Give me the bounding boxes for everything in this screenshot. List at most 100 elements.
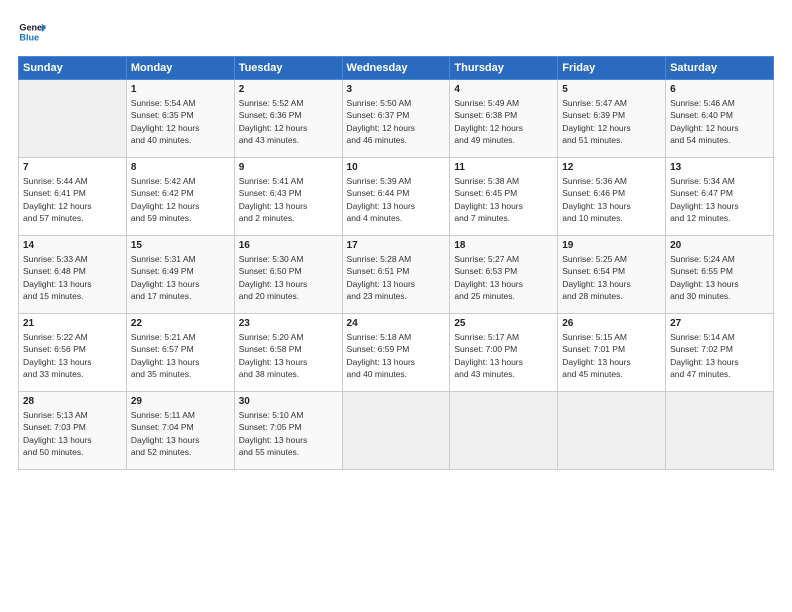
calendar-cell bbox=[666, 392, 774, 470]
cell-sun-data: Sunrise: 5:22 AMSunset: 6:56 PMDaylight:… bbox=[23, 331, 122, 380]
calendar-cell: 21 Sunrise: 5:22 AMSunset: 6:56 PMDayligh… bbox=[19, 314, 127, 392]
cell-sun-data: Sunrise: 5:15 AMSunset: 7:01 PMDaylight:… bbox=[562, 331, 661, 380]
day-number: 13 bbox=[670, 162, 769, 173]
cell-sun-data: Sunrise: 5:13 AMSunset: 7:03 PMDaylight:… bbox=[23, 409, 122, 458]
day-number: 19 bbox=[562, 240, 661, 251]
column-header-wednesday: Wednesday bbox=[342, 57, 450, 80]
cell-sun-data: Sunrise: 5:41 AMSunset: 6:43 PMDaylight:… bbox=[239, 175, 338, 224]
svg-text:Blue: Blue bbox=[19, 32, 39, 42]
cell-sun-data: Sunrise: 5:54 AMSunset: 6:35 PMDaylight:… bbox=[131, 97, 230, 146]
day-number: 22 bbox=[131, 318, 230, 329]
day-number: 5 bbox=[562, 84, 661, 95]
cell-sun-data: Sunrise: 5:36 AMSunset: 6:46 PMDaylight:… bbox=[562, 175, 661, 224]
day-number: 17 bbox=[347, 240, 446, 251]
cell-sun-data: Sunrise: 5:30 AMSunset: 6:50 PMDaylight:… bbox=[239, 253, 338, 302]
day-number: 15 bbox=[131, 240, 230, 251]
calendar-cell: 13 Sunrise: 5:34 AMSunset: 6:47 PMDayligh… bbox=[666, 158, 774, 236]
calendar-cell: 16 Sunrise: 5:30 AMSunset: 6:50 PMDayligh… bbox=[234, 236, 342, 314]
calendar-cell: 20 Sunrise: 5:24 AMSunset: 6:55 PMDayligh… bbox=[666, 236, 774, 314]
calendar-cell: 11 Sunrise: 5:38 AMSunset: 6:45 PMDayligh… bbox=[450, 158, 558, 236]
calendar-cell: 23Sunrise: 5:20 AMSunset: 6:58 PMDayligh… bbox=[234, 314, 342, 392]
day-number: 12 bbox=[562, 162, 661, 173]
logo-icon: General Blue bbox=[18, 18, 46, 46]
calendar-cell: 7Sunrise: 5:44 AMSunset: 6:41 PMDaylight… bbox=[19, 158, 127, 236]
calendar-cell: 14Sunrise: 5:33 AMSunset: 6:48 PMDayligh… bbox=[19, 236, 127, 314]
column-header-thursday: Thursday bbox=[450, 57, 558, 80]
day-number: 8 bbox=[131, 162, 230, 173]
calendar-cell: 6Sunrise: 5:46 AMSunset: 6:40 PMDaylight… bbox=[666, 80, 774, 158]
cell-sun-data: Sunrise: 5:10 AMSunset: 7:05 PMDaylight:… bbox=[239, 409, 338, 458]
calendar-cell: 12 Sunrise: 5:36 AMSunset: 6:46 PMDayligh… bbox=[558, 158, 666, 236]
calendar-cell: 4 Sunrise: 5:49 AMSunset: 6:38 PMDaylight… bbox=[450, 80, 558, 158]
calendar-cell: 8 Sunrise: 5:42 AMSunset: 6:42 PMDaylight… bbox=[126, 158, 234, 236]
calendar-week-row: 1 Sunrise: 5:54 AMSunset: 6:35 PMDaylight… bbox=[19, 80, 774, 158]
day-number: 4 bbox=[454, 84, 553, 95]
calendar-cell bbox=[19, 80, 127, 158]
cell-sun-data: Sunrise: 5:39 AMSunset: 6:44 PMDaylight:… bbox=[347, 175, 446, 224]
cell-sun-data: Sunrise: 5:24 AMSunset: 6:55 PMDaylight:… bbox=[670, 253, 769, 302]
calendar-table: SundayMondayTuesdayWednesdayThursdayFrid… bbox=[18, 56, 774, 470]
cell-sun-data: Sunrise: 5:38 AMSunset: 6:45 PMDaylight:… bbox=[454, 175, 553, 224]
calendar-week-row: 21 Sunrise: 5:22 AMSunset: 6:56 PMDayligh… bbox=[19, 314, 774, 392]
calendar-cell: 25 Sunrise: 5:17 AMSunset: 7:00 PMDayligh… bbox=[450, 314, 558, 392]
calendar-cell: 10 Sunrise: 5:39 AMSunset: 6:44 PMDayligh… bbox=[342, 158, 450, 236]
calendar-cell: 24 Sunrise: 5:18 AMSunset: 6:59 PMDayligh… bbox=[342, 314, 450, 392]
calendar-cell: 28 Sunrise: 5:13 AMSunset: 7:03 PMDayligh… bbox=[19, 392, 127, 470]
cell-sun-data: Sunrise: 5:50 AMSunset: 6:37 PMDaylight:… bbox=[347, 97, 446, 146]
calendar-cell bbox=[450, 392, 558, 470]
calendar-header-row: SundayMondayTuesdayWednesdayThursdayFrid… bbox=[19, 57, 774, 80]
day-number: 20 bbox=[670, 240, 769, 251]
column-header-monday: Monday bbox=[126, 57, 234, 80]
cell-sun-data: Sunrise: 5:52 AMSunset: 6:36 PMDaylight:… bbox=[239, 97, 338, 146]
column-header-friday: Friday bbox=[558, 57, 666, 80]
day-number: 29 bbox=[131, 396, 230, 407]
day-number: 30 bbox=[239, 396, 338, 407]
day-number: 24 bbox=[347, 318, 446, 329]
day-number: 21 bbox=[23, 318, 122, 329]
logo: General Blue bbox=[18, 18, 46, 46]
cell-sun-data: Sunrise: 5:49 AMSunset: 6:38 PMDaylight:… bbox=[454, 97, 553, 146]
day-number: 16 bbox=[239, 240, 338, 251]
calendar-cell: 15 Sunrise: 5:31 AMSunset: 6:49 PMDayligh… bbox=[126, 236, 234, 314]
calendar-cell: 18 Sunrise: 5:27 AMSunset: 6:53 PMDayligh… bbox=[450, 236, 558, 314]
cell-sun-data: Sunrise: 5:46 AMSunset: 6:40 PMDaylight:… bbox=[670, 97, 769, 146]
calendar-cell: 27Sunrise: 5:14 AMSunset: 7:02 PMDayligh… bbox=[666, 314, 774, 392]
calendar-cell: 22 Sunrise: 5:21 AMSunset: 6:57 PMDayligh… bbox=[126, 314, 234, 392]
cell-sun-data: Sunrise: 5:11 AMSunset: 7:04 PMDaylight:… bbox=[131, 409, 230, 458]
calendar-cell: 3Sunrise: 5:50 AMSunset: 6:37 PMDaylight… bbox=[342, 80, 450, 158]
calendar-cell: 1 Sunrise: 5:54 AMSunset: 6:35 PMDaylight… bbox=[126, 80, 234, 158]
day-number: 10 bbox=[347, 162, 446, 173]
day-number: 27 bbox=[670, 318, 769, 329]
day-number: 1 bbox=[131, 84, 230, 95]
day-number: 23 bbox=[239, 318, 338, 329]
calendar-week-row: 7Sunrise: 5:44 AMSunset: 6:41 PMDaylight… bbox=[19, 158, 774, 236]
column-header-sunday: Sunday bbox=[19, 57, 127, 80]
day-number: 14 bbox=[23, 240, 122, 251]
cell-sun-data: Sunrise: 5:28 AMSunset: 6:51 PMDaylight:… bbox=[347, 253, 446, 302]
cell-sun-data: Sunrise: 5:18 AMSunset: 6:59 PMDaylight:… bbox=[347, 331, 446, 380]
cell-sun-data: Sunrise: 5:31 AMSunset: 6:49 PMDaylight:… bbox=[131, 253, 230, 302]
calendar-cell: 26 Sunrise: 5:15 AMSunset: 7:01 PMDayligh… bbox=[558, 314, 666, 392]
day-number: 18 bbox=[454, 240, 553, 251]
cell-sun-data: Sunrise: 5:21 AMSunset: 6:57 PMDaylight:… bbox=[131, 331, 230, 380]
calendar-cell: 30 Sunrise: 5:10 AMSunset: 7:05 PMDayligh… bbox=[234, 392, 342, 470]
day-number: 25 bbox=[454, 318, 553, 329]
column-header-tuesday: Tuesday bbox=[234, 57, 342, 80]
day-number: 26 bbox=[562, 318, 661, 329]
day-number: 11 bbox=[454, 162, 553, 173]
column-header-saturday: Saturday bbox=[666, 57, 774, 80]
day-number: 2 bbox=[239, 84, 338, 95]
page-header: General Blue bbox=[18, 18, 774, 46]
cell-sun-data: Sunrise: 5:47 AMSunset: 6:39 PMDaylight:… bbox=[562, 97, 661, 146]
calendar-cell: 9Sunrise: 5:41 AMSunset: 6:43 PMDaylight… bbox=[234, 158, 342, 236]
cell-sun-data: Sunrise: 5:27 AMSunset: 6:53 PMDaylight:… bbox=[454, 253, 553, 302]
calendar-week-row: 28 Sunrise: 5:13 AMSunset: 7:03 PMDayligh… bbox=[19, 392, 774, 470]
calendar-cell: 29 Sunrise: 5:11 AMSunset: 7:04 PMDayligh… bbox=[126, 392, 234, 470]
calendar-week-row: 14Sunrise: 5:33 AMSunset: 6:48 PMDayligh… bbox=[19, 236, 774, 314]
calendar-cell: 2 Sunrise: 5:52 AMSunset: 6:36 PMDaylight… bbox=[234, 80, 342, 158]
cell-sun-data: Sunrise: 5:17 AMSunset: 7:00 PMDaylight:… bbox=[454, 331, 553, 380]
day-number: 28 bbox=[23, 396, 122, 407]
cell-sun-data: Sunrise: 5:25 AMSunset: 6:54 PMDaylight:… bbox=[562, 253, 661, 302]
cell-sun-data: Sunrise: 5:42 AMSunset: 6:42 PMDaylight:… bbox=[131, 175, 230, 224]
cell-sun-data: Sunrise: 5:34 AMSunset: 6:47 PMDaylight:… bbox=[670, 175, 769, 224]
